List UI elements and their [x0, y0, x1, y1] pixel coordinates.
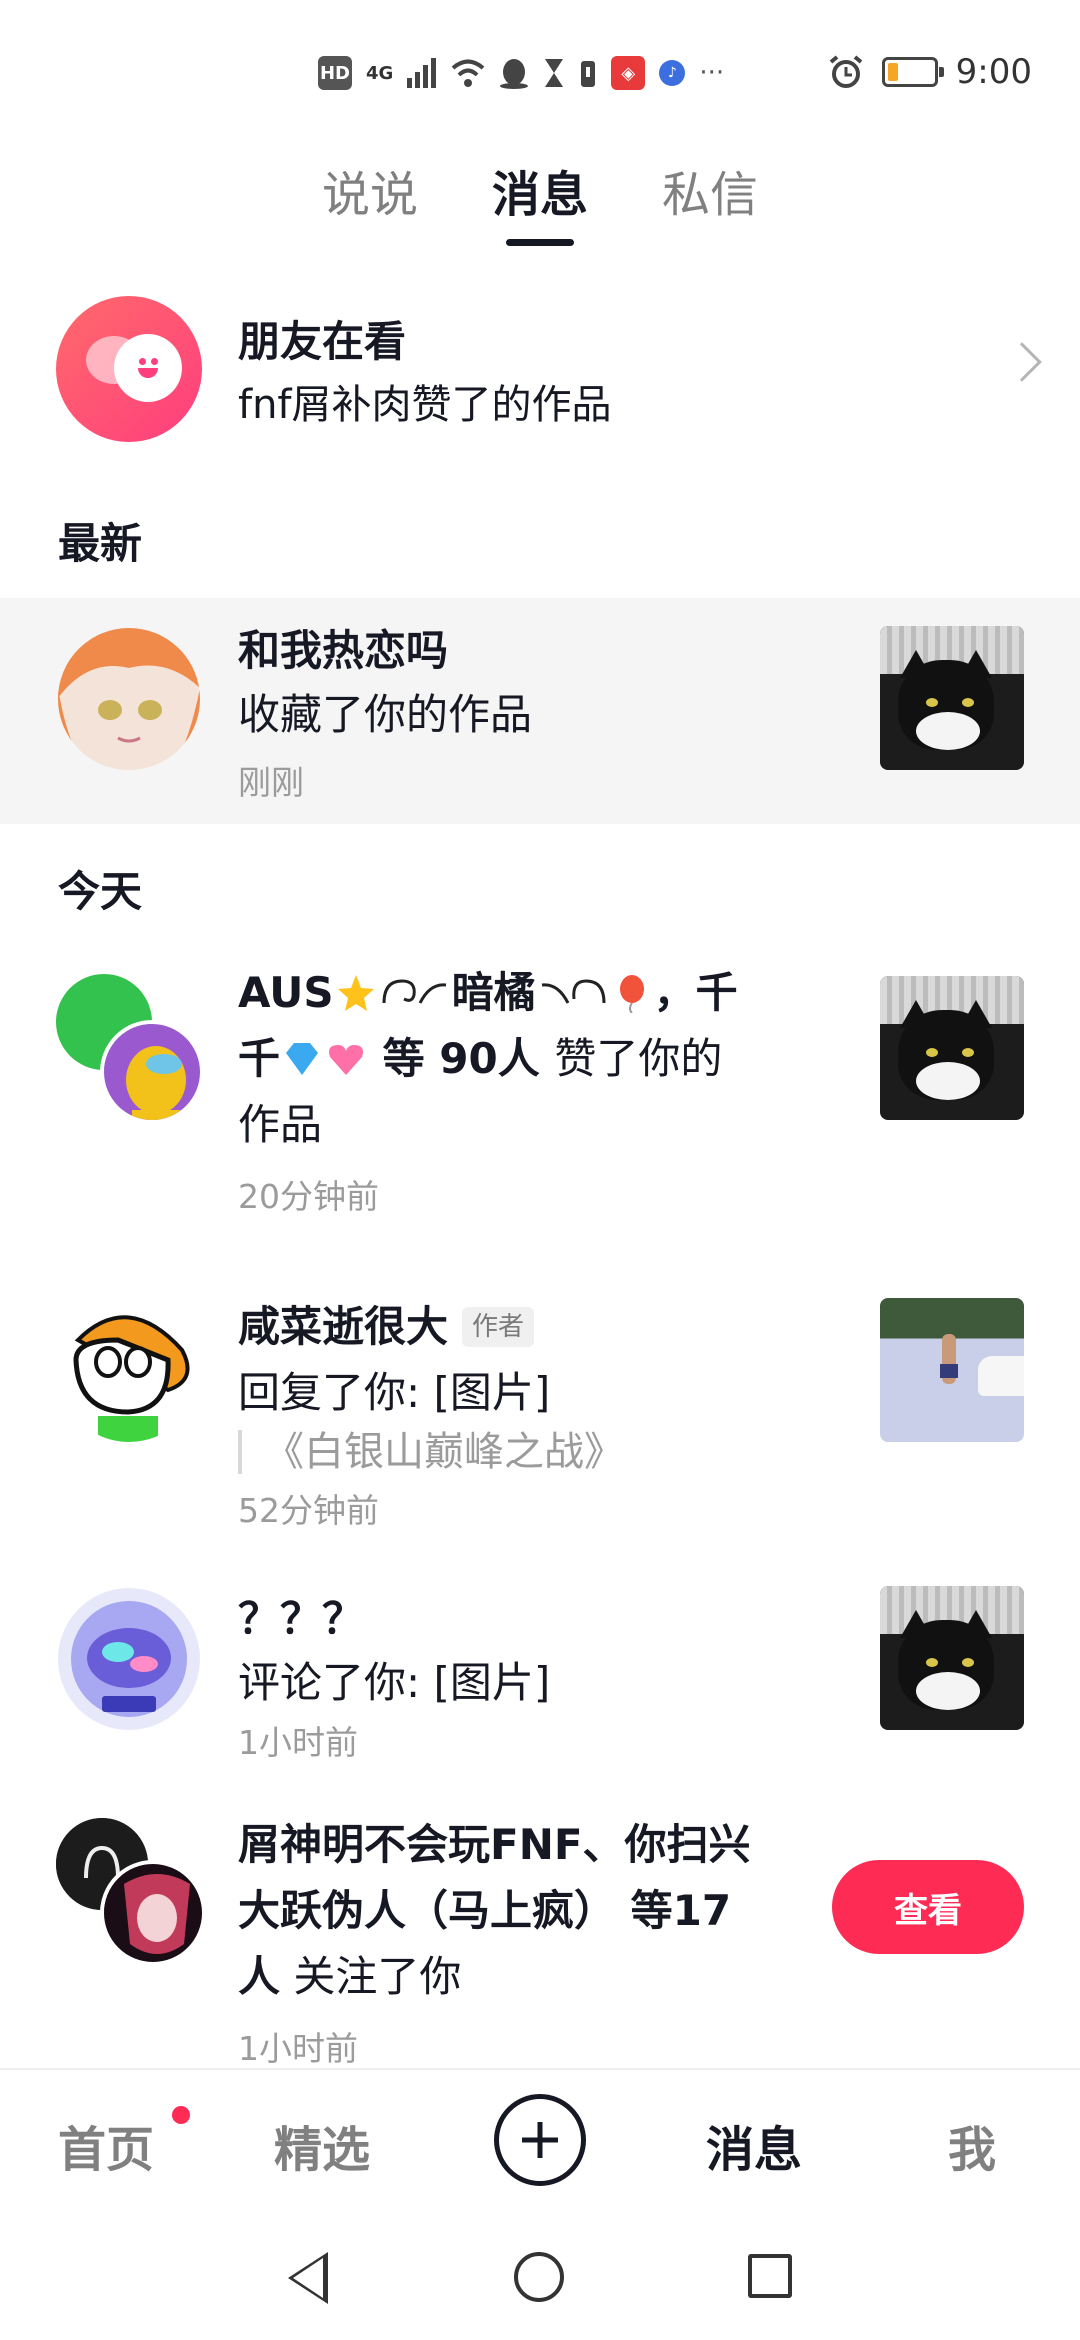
battery-saver-icon: [581, 61, 596, 87]
avatar[interactable]: [100, 1860, 206, 1966]
tab-direct-messages[interactable]: 私信: [652, 150, 768, 246]
wifi-icon: [452, 59, 485, 87]
signal-4g-label: 4G: [366, 62, 394, 84]
notification-username[interactable]: 咸菜逝很大: [238, 1302, 448, 1351]
top-tabs: 说说 消息 私信: [0, 150, 1080, 260]
notification-row-latest[interactable]: 和我热恋吗 收藏了你的作品 刚刚: [0, 598, 1080, 824]
notification-time: 20分钟前: [238, 1177, 379, 1216]
recent-apps-icon[interactable]: [748, 2254, 792, 2298]
friends-watching-subtitle: fnf屑补肉赞了的作品: [238, 382, 612, 428]
system-nav-bar: [0, 2218, 1080, 2340]
star-emoji-icon: [337, 975, 374, 1011]
app-notification-icon: ◈: [611, 56, 646, 90]
nav-messages[interactable]: 消息: [706, 2110, 802, 2180]
notification-time: 刚刚: [238, 763, 304, 802]
tab-messages[interactable]: 消息: [482, 150, 598, 246]
nav-featured[interactable]: 精选: [274, 2110, 370, 2180]
diamond-emoji-icon: [286, 1043, 319, 1075]
swirl-right-icon: [541, 979, 606, 1004]
avatar[interactable]: [58, 1588, 200, 1730]
notification-row-reply[interactable]: 咸菜逝很大 作者 回复了你: [图片] 《白银山巅峰之战》 52分钟前: [0, 1284, 1080, 1544]
quoted-work-title[interactable]: 《白银山巅峰之战》: [238, 1430, 624, 1474]
avatar[interactable]: [100, 1020, 204, 1124]
nav-me[interactable]: 我: [948, 2110, 996, 2180]
hd-icon: HD: [318, 56, 352, 90]
friends-watching-title: 朋友在看: [238, 317, 407, 366]
view-button[interactable]: 查看: [832, 1860, 1024, 1954]
notification-row-likes[interactable]: AUS 暗橘 ，千 千 等 90人 赞了你的 作品 20分钟前: [0, 960, 1080, 1250]
notification-action: 评论了你: [图片]: [238, 1658, 551, 1707]
balloon-emoji-icon: [619, 975, 644, 1013]
tab-shuoshuo[interactable]: 说说: [312, 150, 428, 246]
notification-usernames[interactable]: 屑神明不会玩FNF、你扫兴: [238, 1812, 751, 1878]
clock: 9:00: [955, 52, 1032, 92]
notification-time: 52分钟前: [238, 1491, 379, 1530]
notification-action: 收藏了你的作品: [238, 690, 533, 739]
home-icon[interactable]: [514, 2252, 564, 2302]
back-icon[interactable]: [288, 2252, 328, 2304]
nav-home[interactable]: 首页: [58, 2110, 154, 2180]
notification-action-line: 人 关注了你: [238, 1952, 462, 2001]
notification-time: 1小时前: [238, 2029, 358, 2068]
notification-time: 1小时前: [238, 1723, 358, 1762]
avatar[interactable]: [58, 628, 200, 770]
notification-action: 作品: [238, 1100, 323, 1149]
work-thumbnail[interactable]: [880, 1298, 1024, 1442]
avatar[interactable]: [58, 1300, 200, 1442]
heart-emoji-icon: [329, 1045, 364, 1075]
chevron-right-icon: [1002, 342, 1042, 382]
work-thumbnail[interactable]: [880, 626, 1024, 770]
section-today-heading: 今天: [58, 867, 143, 916]
work-thumbnail[interactable]: [880, 976, 1024, 1120]
notification-row-follows[interactable]: 屑神明不会玩FNF、你扫兴 大跃伪人（马上疯） 等17 人 关注了你 1小时前 …: [0, 1808, 1080, 2068]
create-plus-button[interactable]: [494, 2094, 586, 2186]
notification-usernames-cont[interactable]: 千 等 90人 赞了你的: [238, 1026, 798, 1092]
notification-usernames-cont[interactable]: 大跃伪人（马上疯） 等17: [238, 1878, 731, 1944]
more-icon: ···: [699, 58, 725, 88]
notification-action: 回复了你: [图片]: [238, 1368, 551, 1417]
status-bar: HD 4G ◈ ♪ ··· 9:00: [0, 0, 1080, 150]
signal-icon: [407, 58, 437, 88]
friends-watching-icon: [56, 296, 202, 442]
notification-usernames[interactable]: AUS 暗橘 ，千: [238, 960, 798, 1026]
notification-username-with-badge[interactable]: 咸菜逝很大 作者: [238, 1294, 535, 1360]
bottom-nav: 首页 精选 消息 我: [0, 2068, 1080, 2218]
status-icons-right: 9:00: [828, 52, 1032, 92]
alarm-icon: [829, 55, 862, 88]
swirl-left-icon: [382, 979, 446, 1004]
friends-watching-row[interactable]: 朋友在看 fnf屑补肉赞了的作品: [0, 290, 1080, 450]
section-latest-heading: 最新: [58, 519, 143, 568]
notification-row-comment[interactable]: ？？？ 评论了你: [图片] 1小时前: [0, 1574, 1080, 1774]
status-icons-left: HD 4G ◈ ♪ ···: [318, 56, 724, 90]
hourglass-icon: [545, 59, 564, 87]
music-icon: ♪: [659, 60, 686, 86]
notification-username[interactable]: ？？？: [238, 1586, 364, 1652]
battery-icon: [881, 57, 944, 87]
work-thumbnail[interactable]: [880, 1586, 1024, 1730]
notification-username[interactable]: 和我热恋吗: [238, 618, 448, 684]
home-notification-dot: [172, 2106, 190, 2124]
qq-icon: [500, 59, 529, 89]
author-badge: 作者: [462, 1307, 535, 1347]
